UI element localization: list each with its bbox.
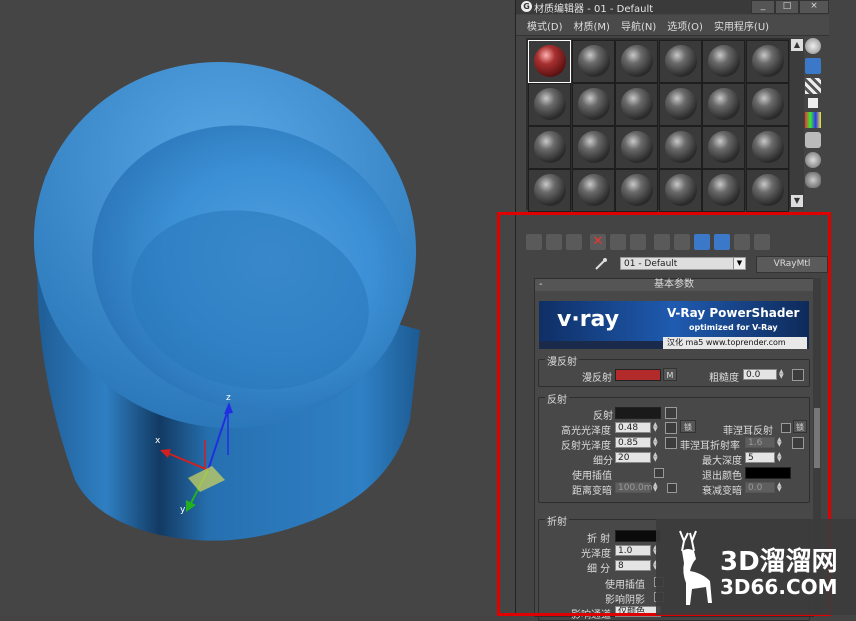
material-slot[interactable] xyxy=(571,40,615,83)
window-titlebar[interactable]: G 材质编辑器 - 01 - Default _ □ × xyxy=(516,0,829,15)
material-sphere-icon xyxy=(708,45,740,77)
material-slot[interactable] xyxy=(615,40,658,83)
menu-utilities[interactable]: 实用程序(U) xyxy=(714,18,769,33)
material-sphere-icon xyxy=(621,174,653,206)
material-sphere-icon xyxy=(577,45,610,77)
gizmo-y-label: y xyxy=(180,505,186,515)
material-sphere-icon xyxy=(577,174,610,206)
material-sphere-icon xyxy=(751,174,784,206)
material-slot[interactable] xyxy=(571,83,615,126)
material-sphere-icon xyxy=(534,88,566,120)
material-slot-grid xyxy=(526,38,790,212)
material-sphere-icon xyxy=(664,174,697,206)
material-slot[interactable] xyxy=(702,169,745,212)
material-sphere-icon xyxy=(621,45,653,77)
material-slot[interactable] xyxy=(745,126,789,169)
sample-uv-icon[interactable] xyxy=(808,98,818,108)
material-sphere-icon xyxy=(664,88,697,120)
material-sphere-icon xyxy=(751,45,784,77)
backlight-icon[interactable] xyxy=(805,58,821,74)
material-slot[interactable] xyxy=(528,169,571,212)
material-sphere-icon xyxy=(708,131,740,163)
material-sphere-icon xyxy=(534,174,566,206)
chair-model: x y z xyxy=(33,62,420,541)
slot-scrollbar[interactable]: ▲ ▼ xyxy=(790,38,804,210)
site-watermark: 3D溜溜网 3D66.COM xyxy=(656,519,856,615)
material-slot[interactable] xyxy=(571,126,615,169)
side-tools xyxy=(805,38,825,192)
material-slot[interactable] xyxy=(528,83,571,126)
make-preview-icon[interactable] xyxy=(805,132,821,148)
menu-material[interactable]: 材质(M) xyxy=(574,18,610,33)
material-slot[interactable] xyxy=(702,83,745,126)
scroll-up-icon[interactable]: ▲ xyxy=(791,39,803,51)
minimize-button[interactable]: _ xyxy=(751,0,775,14)
material-slot[interactable] xyxy=(702,40,745,83)
material-slot[interactable] xyxy=(658,83,702,126)
sample-type-icon[interactable] xyxy=(805,38,821,54)
material-sphere-icon xyxy=(708,174,740,206)
watermark-line2: 3D66.COM xyxy=(720,575,838,599)
material-sphere-icon xyxy=(577,88,610,120)
material-sphere-icon xyxy=(751,88,784,120)
material-slot[interactable] xyxy=(528,126,571,169)
material-sphere-icon xyxy=(621,88,653,120)
close-button[interactable]: × xyxy=(799,0,829,14)
material-slot[interactable] xyxy=(658,40,702,83)
material-slot[interactable] xyxy=(658,169,702,212)
gizmo-x-label: x xyxy=(155,436,161,446)
deer-logo-icon xyxy=(679,530,712,605)
menu-mode[interactable]: 模式(D) xyxy=(527,18,563,33)
menu-bar: 模式(D) 材质(M) 导航(N) 选项(O) 实用程序(U) xyxy=(516,15,829,36)
app-logo-icon: G xyxy=(521,1,532,12)
viewport-3d[interactable]: x y z xyxy=(0,0,515,615)
material-sphere-icon xyxy=(621,131,653,163)
material-sphere-icon xyxy=(534,131,566,163)
watermark-line1: 3D溜溜网 xyxy=(720,547,838,577)
material-slot[interactable] xyxy=(745,169,789,212)
material-sphere-icon xyxy=(664,45,697,77)
scroll-down-icon[interactable]: ▼ xyxy=(791,195,803,207)
material-slot[interactable] xyxy=(528,40,571,83)
video-color-icon[interactable] xyxy=(805,112,821,128)
material-sphere-icon xyxy=(664,131,697,163)
material-slot[interactable] xyxy=(615,169,658,212)
material-sphere-icon xyxy=(534,45,566,77)
gizmo-z-label: z xyxy=(226,393,231,403)
material-sphere-icon xyxy=(751,131,784,163)
material-slot[interactable] xyxy=(745,40,789,83)
material-sphere-icon xyxy=(577,131,610,163)
material-slot[interactable] xyxy=(702,126,745,169)
material-slot[interactable] xyxy=(615,126,658,169)
material-slot[interactable] xyxy=(745,83,789,126)
window-title: 材质编辑器 - 01 - Default xyxy=(534,3,654,15)
options-icon[interactable] xyxy=(805,152,821,168)
menu-navigation[interactable]: 导航(N) xyxy=(621,18,656,33)
material-slot[interactable] xyxy=(658,126,702,169)
material-slot[interactable] xyxy=(571,169,615,212)
menu-options[interactable]: 选项(O) xyxy=(667,18,703,33)
background-icon[interactable] xyxy=(805,78,821,94)
maximize-button[interactable]: □ xyxy=(775,0,799,14)
material-sphere-icon xyxy=(708,88,740,120)
select-by-material-icon[interactable] xyxy=(805,172,821,188)
material-slot[interactable] xyxy=(615,83,658,126)
